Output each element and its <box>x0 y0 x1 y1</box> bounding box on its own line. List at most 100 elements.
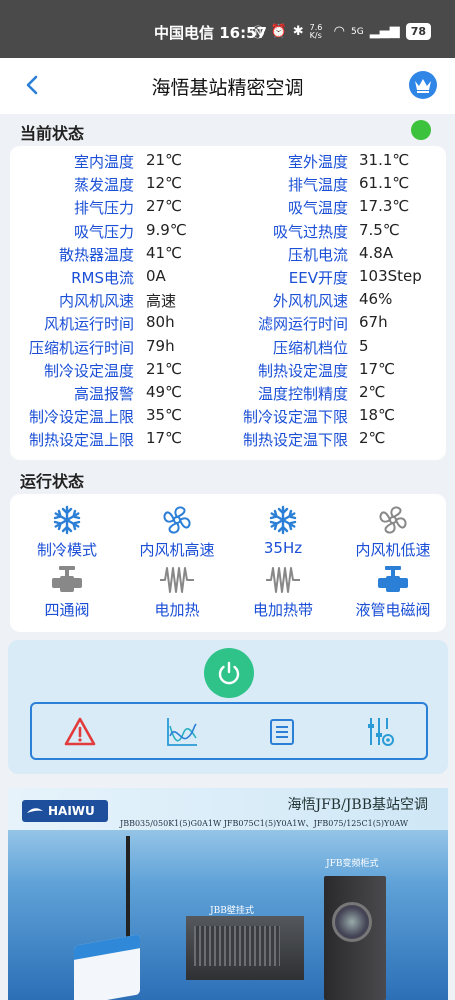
status-label-left: 蒸发温度 <box>73 176 134 195</box>
snowflake-icon <box>228 504 338 536</box>
fan-icon <box>122 504 232 536</box>
floor-unit-fan <box>332 902 372 942</box>
cell-signal-icon: ▂▄▆ <box>369 24 400 39</box>
signal-label: 5G <box>350 26 364 37</box>
status-row: 高温报警 49℃ 温度控制精度 2℃ <box>10 383 446 406</box>
status-label-left: 散热器温度 <box>58 245 134 264</box>
status-value-left: 0A <box>146 267 166 285</box>
status-value-right: 17.3℃ <box>359 197 410 216</box>
vip-button[interactable] <box>409 71 437 99</box>
status-value-left: 79h <box>146 336 175 355</box>
status-label-left: 制热设定温上限 <box>28 431 134 450</box>
current-status-heading: 当前状态 <box>20 124 85 143</box>
app-header: 海悟基站精密空调 <box>0 58 455 114</box>
run-status-label: 内风机高速 <box>139 541 215 559</box>
run-status-label: 电加热 <box>154 601 200 619</box>
status-label-left: 室内温度 <box>73 153 134 171</box>
status-row: 吸气压力 9.9℃ 吸气过热度 7.5℃ <box>10 221 446 244</box>
alarm-button[interactable] <box>62 714 98 750</box>
status-value-right: 61.1℃ <box>359 174 410 193</box>
online-status-indicator <box>411 120 431 140</box>
settings-sliders-icon <box>368 718 394 746</box>
status-row: 制热设定温上限 17℃ 制热设定温下限 2℃ <box>10 429 446 452</box>
bluetooth-icon: ✱ <box>292 24 304 39</box>
status-label-right: 吸气温度 <box>287 199 348 218</box>
status-value-left: 35℃ <box>146 406 182 425</box>
control-panel <box>8 640 448 774</box>
run-status-item: 内风机高速 <box>122 504 232 560</box>
status-label-left: 吸气压力 <box>73 222 134 241</box>
net-speed: 7.6 K/s <box>309 22 323 40</box>
status-value-right: 46% <box>359 290 393 309</box>
status-row: 风机运行时间 80h 滤网运行时间 67h <box>10 313 446 336</box>
status-value-right: 31.1℃ <box>359 151 410 169</box>
floor-unit-caption: JFB变频柜式 <box>326 859 379 869</box>
status-value-right: 67h <box>359 313 388 332</box>
status-label-right: 压缩机档位 <box>272 338 348 357</box>
status-value-left: 17℃ <box>146 429 182 448</box>
wifi-icon: ◠ <box>333 24 345 39</box>
status-label-right: 压机电流 <box>287 245 348 264</box>
status-value-right: 103Step <box>359 267 422 285</box>
wall-unit-grill <box>194 926 280 966</box>
status-label-right: 制热设定温下限 <box>242 431 348 450</box>
alarm-icon: ⏰ <box>270 24 287 39</box>
status-label-left: RMS电流 <box>71 269 134 287</box>
haiwu-logo: HAIWU <box>22 800 108 822</box>
fan-icon <box>338 504 448 536</box>
status-value-left: 21℃ <box>146 151 182 169</box>
carrier-time: 中国电信 16:57 <box>154 24 267 42</box>
status-value-left: 27℃ <box>146 197 182 216</box>
gateway-strip <box>74 934 140 960</box>
status-label-right: 制冷设定温下限 <box>242 408 348 427</box>
status-value-left: 49℃ <box>146 383 182 401</box>
crown-icon <box>415 79 431 93</box>
antenna-image <box>126 836 130 946</box>
power-icon <box>218 661 240 685</box>
system-status-bar: 中国电信 16:57 Ⓝ ⏰ ✱ 7.6 K/s ◠ 5G ▂▄▆ 78 <box>0 0 455 58</box>
bird-logo-icon <box>27 808 43 813</box>
status-row: 内风机风速 高速 外风机风速 46% <box>10 290 446 313</box>
status-row: RMS电流 0A EEV开度 103Step <box>10 267 446 290</box>
run-status-item: 四通阀 <box>12 564 122 620</box>
power-button[interactable] <box>204 648 254 698</box>
valve-icon <box>12 564 122 596</box>
status-row: 散热器温度 41℃ 压机电流 4.8A <box>10 244 446 267</box>
run-status-item: 电加热 <box>122 564 232 620</box>
run-status-item: 液管电磁阀 <box>338 564 448 620</box>
current-status-card: 室内温度 21℃ 室外温度 31.1℃ 蒸发温度 12℃ 排气温度 61.1℃ 排气压力 27℃ 吸… <box>10 146 446 460</box>
status-label-left: 制冷设定温上限 <box>28 408 134 427</box>
status-value-left: 12℃ <box>146 174 182 193</box>
status-row: 室内温度 21℃ 室外温度 31.1℃ <box>10 151 446 174</box>
status-value-left: 高速 <box>146 292 177 311</box>
run-status-label: 电加热带 <box>252 601 313 619</box>
run-status-item: 制冷模式 <box>12 504 122 560</box>
status-value-right: 7.5℃ <box>359 220 400 239</box>
wall-unit-caption: JBB壁挂式 <box>210 906 254 916</box>
status-label-right: 吸气过热度 <box>272 222 348 241</box>
status-label-right: 温度控制精度 <box>257 385 348 403</box>
status-row: 制冷设定温上限 35℃ 制冷设定温下限 18℃ <box>10 406 446 429</box>
status-label-right: 外风机风速 <box>272 292 348 311</box>
gateway-device-image <box>74 934 140 1000</box>
status-label-right: 室外温度 <box>287 153 348 171</box>
heater-coil-icon <box>228 564 338 596</box>
snowflake-icon <box>12 504 122 536</box>
status-row: 压缩机运行时间 79h 压缩机档位 5 <box>10 337 446 360</box>
status-row: 制冷设定温度 21℃ 制热设定温度 17℃ <box>10 360 446 383</box>
curve-button[interactable] <box>164 714 200 750</box>
run-status-label: 内风机低速 <box>355 541 431 559</box>
banner-models: JBB035/050K1(5)G0A1W JFB075C1(5)Y0A1W、JF… <box>120 819 409 828</box>
status-value-right: 2℃ <box>359 429 386 448</box>
status-label-right: 制热设定温度 <box>257 361 348 380</box>
status-value-left: 80h <box>146 313 175 332</box>
status-value-left: 41℃ <box>146 243 182 262</box>
running-status-heading: 运行状态 <box>20 472 85 491</box>
run-status-label: 四通阀 <box>44 601 90 619</box>
settings-button[interactable] <box>362 714 398 750</box>
status-label-left: 制冷设定温度 <box>43 361 134 380</box>
status-value-right: 17℃ <box>359 359 395 378</box>
status-label-left: 排气压力 <box>73 199 134 218</box>
records-button[interactable] <box>264 714 300 750</box>
status-label-right: EEV开度 <box>288 269 348 287</box>
